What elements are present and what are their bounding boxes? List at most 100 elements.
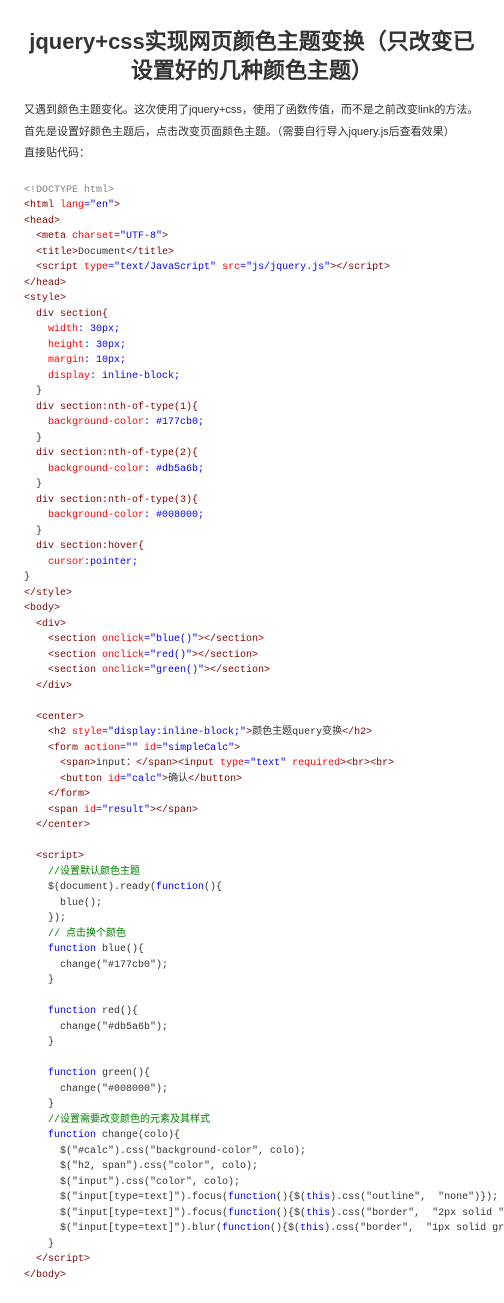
code-text: id [144,743,156,754]
code-line: <body> [24,603,60,614]
code-text: : 30px; [84,340,126,351]
page-title: jquery+css实现⽹页颜⾊主题变换（只改变已设置好的⼏种颜⾊主题） [24,28,480,85]
code-text: ="js/jquery.js" [240,262,330,273]
code-text: type [84,262,108,273]
code-text: ="text" [244,758,292,769]
code-text: (){ [204,882,222,893]
code-text: <section [48,665,102,676]
code-text: id [84,805,96,816]
code-comment: //设置默认颜⾊主题 [48,867,140,878]
code-text: div [36,541,60,552]
code-text: </title> [126,247,174,258]
code-line: </head> [24,278,66,289]
code-text: ="simpleCalc" [156,743,234,754]
code-text: $("input[type=text]").blur( [60,1223,222,1234]
code-text: script [348,262,384,273]
code-text: blue(); [60,898,102,909]
code-text: $("input[type=text]").focus( [60,1208,228,1219]
code-text: ="text/JavaScript" [108,262,222,273]
code-text: } [48,1239,54,1250]
code-text: onclick [102,634,144,645]
code-text: action [84,743,120,754]
code-text: this [300,1223,324,1234]
code-comment: //设置需要改变颜⾊的元素及其样式 [48,1115,210,1126]
code-text: margin [48,355,84,366]
code-line: <!DOCTYPE html> [24,185,114,196]
code-text: background-color [48,417,144,428]
code-text: ></section> [192,650,258,661]
code-text: <span [48,805,84,816]
code-text: </h2> [342,727,372,738]
code-text: section:nth-of-type(2){ [60,448,198,459]
code-listing: <!DOCTYPE html> <html lang="en"> <head> … [24,167,480,1283]
code-text: : #db5a6b; [144,464,204,475]
code-text: script [42,851,78,862]
code-text: : #177cb0; [144,417,204,428]
code-text: <meta [36,231,72,242]
code-text: blue(){ [96,944,144,955]
code-text: ="display:inline-block;" [102,727,246,738]
code-text: } [48,975,54,986]
code-text: } [24,524,42,540]
code-text: (){$( [276,1208,306,1219]
code-text: ></span> [150,805,198,816]
code-text: ></section> [204,665,270,676]
code-text: <script [36,262,84,273]
code-text: } [48,1099,54,1110]
code-text: onclick [102,650,144,661]
code-text: red(){ [96,1006,138,1017]
code-text: } [24,384,42,400]
code-text: onclick [102,665,144,676]
code-text: change("#177cb0"); [60,960,168,971]
code-text: width [48,324,78,335]
code-line: <html [24,200,60,211]
code-text: ><br><br> [340,758,394,769]
code-text: input： [96,758,136,769]
code-text: section:hover{ [60,541,144,552]
code-text: green(){ [96,1068,150,1079]
code-text: <section [48,650,102,661]
code-text: </div> [36,681,72,692]
code-text: this [306,1208,330,1219]
code-line: </style> [24,588,72,599]
code-text: } [24,431,42,447]
code-text: ="calc" [120,774,162,785]
code-text: required [292,758,340,769]
code-text: change("#db5a6b"); [60,1022,168,1033]
code-text: } [48,1037,54,1048]
code-text: </form> [48,789,90,800]
code-text: $("input[type=text]").focus( [60,1192,228,1203]
code-text: section:nth-of-type(3){ [60,495,198,506]
code-text: ></ [330,262,348,273]
code-text: src [222,262,240,273]
code-text: ="green()" [144,665,204,676]
code-text: > [84,1254,90,1265]
code-text: <h2 [48,727,72,738]
code-text: ="en" [84,200,114,211]
code-text: $("#calc").css("background-color", colo)… [60,1146,306,1157]
code-text: function [228,1192,276,1203]
code-text: : #008000; [144,510,204,521]
code-text: background-color [48,510,144,521]
code-text: ="blue()" [144,634,198,645]
code-text: height [48,340,84,351]
code-text: function [228,1208,276,1219]
code-text: : 10px; [84,355,126,366]
code-text: > [162,231,168,242]
code-text: </ [36,1254,48,1265]
code-text: div [36,309,60,320]
code-text: function [222,1223,270,1234]
code-text: charset [72,231,114,242]
code-text: function [156,882,204,893]
code-text: 确认 [168,774,188,785]
intro-paragraph-3: 直接贴代码： [24,146,480,161]
code-text: function [48,1130,96,1141]
code-text: background-color [48,464,144,475]
code-text: section:nth-of-type(1){ [60,402,198,413]
code-text: this [306,1192,330,1203]
code-text: </button> [188,774,242,785]
code-text: :pointer; [84,557,138,568]
code-text: $(document).ready( [48,882,156,893]
code-text: <form [48,743,84,754]
code-text: > [384,262,390,273]
